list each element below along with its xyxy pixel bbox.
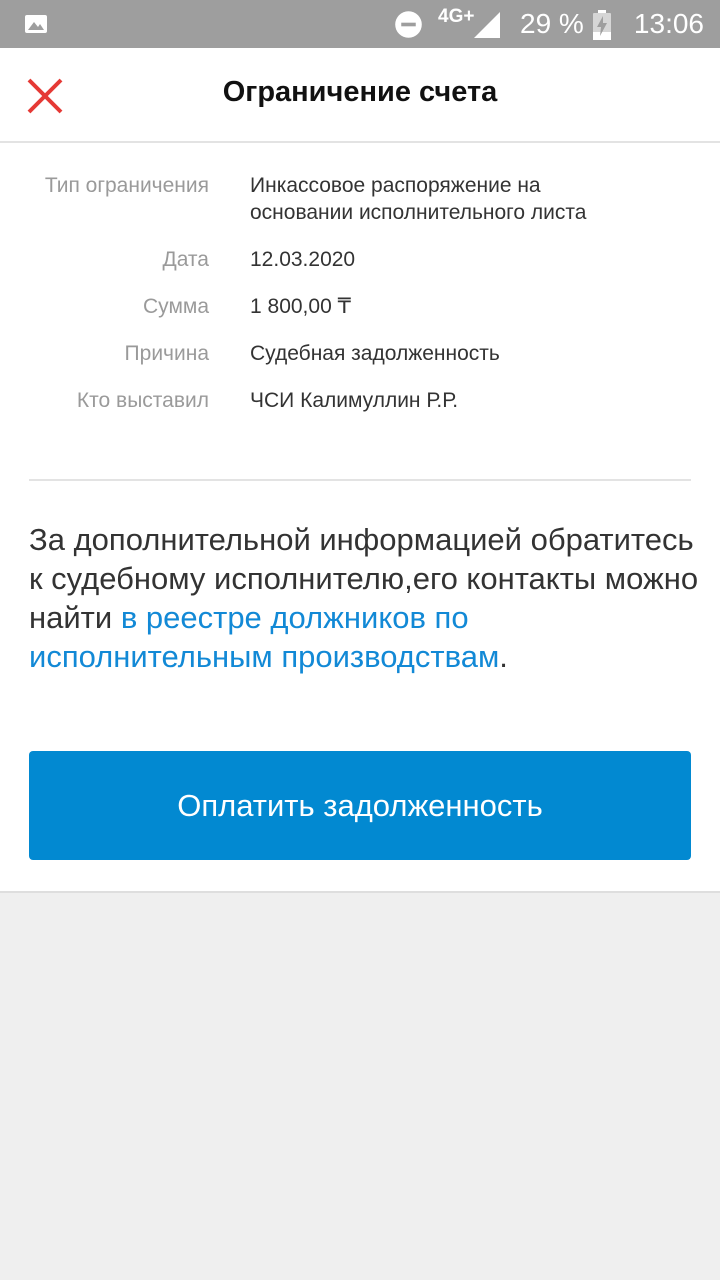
detail-value: 1 800,00 ₸ bbox=[250, 295, 351, 318]
restriction-details: Тип ограничения Инкассовое распоряжение … bbox=[0, 172, 720, 434]
restriction-card: Ограничение счета Тип ограничения Инкасс… bbox=[0, 48, 720, 893]
clock: 13:06 bbox=[633, 8, 704, 39]
detail-row-date: Дата 12.03.2020 bbox=[0, 246, 720, 273]
network-type: 4G+ bbox=[438, 6, 475, 27]
detail-label: Кто выставил bbox=[76, 389, 209, 412]
divider bbox=[29, 479, 691, 481]
detail-label: Дата bbox=[162, 248, 209, 271]
signal-icon bbox=[474, 12, 500, 38]
detail-row-type: Тип ограничения Инкассовое распоряжение … bbox=[0, 172, 720, 226]
detail-label: Причина bbox=[124, 342, 209, 365]
detail-value: 12.03.2020 bbox=[250, 248, 356, 271]
detail-label: Сумма bbox=[143, 295, 209, 318]
app-bar: Ограничение счета bbox=[0, 48, 720, 143]
battery-charging-icon bbox=[593, 10, 611, 40]
info-text: За дополнительной информацией обратитесь… bbox=[29, 520, 699, 676]
detail-row-reason: Причина Судебная задолженность bbox=[0, 340, 720, 367]
detail-row-issuer: Кто выставил ЧСИ Калимуллин Р.Р. bbox=[0, 387, 720, 414]
detail-row-amount: Сумма 1 800,00 ₸ bbox=[0, 293, 720, 320]
detail-label: Тип ограничения bbox=[44, 174, 209, 197]
battery-percentage: 29 % bbox=[520, 8, 584, 39]
do-not-disturb-icon bbox=[395, 11, 422, 38]
detail-value: Инкассовое распоряжение на основании исп… bbox=[250, 174, 587, 224]
image-icon bbox=[25, 15, 47, 33]
page-title: Ограничение счета bbox=[222, 76, 498, 108]
info-text-after: . bbox=[499, 639, 508, 674]
pay-debt-button[interactable]: Оплатить задолженность bbox=[29, 751, 691, 860]
detail-value: Судебная задолженность bbox=[250, 342, 500, 365]
detail-value: ЧСИ Калимуллин Р.Р. bbox=[250, 389, 459, 412]
status-bar: 4G+ 29 % 13:06 bbox=[0, 0, 720, 48]
